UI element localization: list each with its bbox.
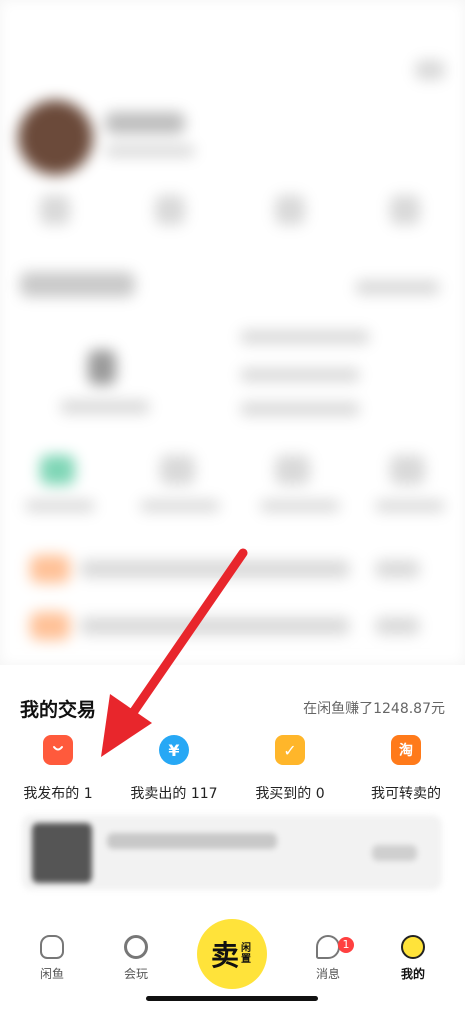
tab-home-label: 闲鱼 bbox=[39, 967, 64, 981]
profile-icon bbox=[401, 935, 425, 959]
taobao-icon: 淘 bbox=[391, 735, 421, 765]
bought-label: 我买到的 0 bbox=[255, 786, 325, 802]
my-trades-section: 我的交易 在闲鱼赚了1248.87元 我发布的 1 ¥ 我卖出的 117 ✓ 我… bbox=[0, 665, 465, 905]
sell-button[interactable]: 卖 闲置 bbox=[197, 919, 267, 989]
avatar bbox=[18, 100, 93, 175]
published-entry[interactable]: 我发布的 1 bbox=[0, 735, 116, 803]
bag-icon bbox=[43, 735, 73, 765]
tab-home[interactable]: 闲鱼 bbox=[22, 935, 82, 982]
message-badge: 1 bbox=[338, 937, 354, 953]
bought-entry[interactable]: ✓ 我买到的 0 bbox=[232, 735, 348, 803]
home-indicator bbox=[146, 996, 318, 1001]
tab-play-label: 会玩 bbox=[123, 967, 148, 981]
bottom-tab-bar: 闲鱼 会玩 卖 闲置 消息 1 我的 bbox=[0, 905, 465, 1009]
yen-icon: ¥ bbox=[159, 735, 189, 765]
sell-main-label: 卖 bbox=[210, 939, 239, 972]
message-icon bbox=[316, 935, 340, 959]
resellable-entry[interactable]: 淘 我可转卖的 bbox=[348, 735, 464, 803]
blurred-item-card[interactable] bbox=[22, 815, 442, 890]
sold-label: 我卖出的 117 bbox=[130, 786, 218, 802]
tab-messages-label: 消息 bbox=[315, 967, 340, 981]
tab-profile-label: 我的 bbox=[400, 967, 425, 981]
published-label: 我发布的 1 bbox=[23, 786, 93, 802]
earnings-link[interactable]: 在闲鱼赚了1248.87元 bbox=[303, 698, 445, 718]
home-icon bbox=[40, 935, 64, 959]
sell-sub-label: 闲置 bbox=[241, 943, 251, 965]
play-icon bbox=[124, 935, 148, 959]
tab-profile[interactable]: 我的 bbox=[383, 935, 443, 982]
tab-play[interactable]: 会玩 bbox=[106, 935, 166, 982]
checklist-icon: ✓ bbox=[275, 735, 305, 765]
sold-entry[interactable]: ¥ 我卖出的 117 bbox=[116, 735, 232, 803]
section-title: 我的交易 bbox=[20, 699, 97, 721]
resellable-label: 我可转卖的 bbox=[371, 786, 441, 802]
blurred-profile-area bbox=[0, 0, 465, 665]
